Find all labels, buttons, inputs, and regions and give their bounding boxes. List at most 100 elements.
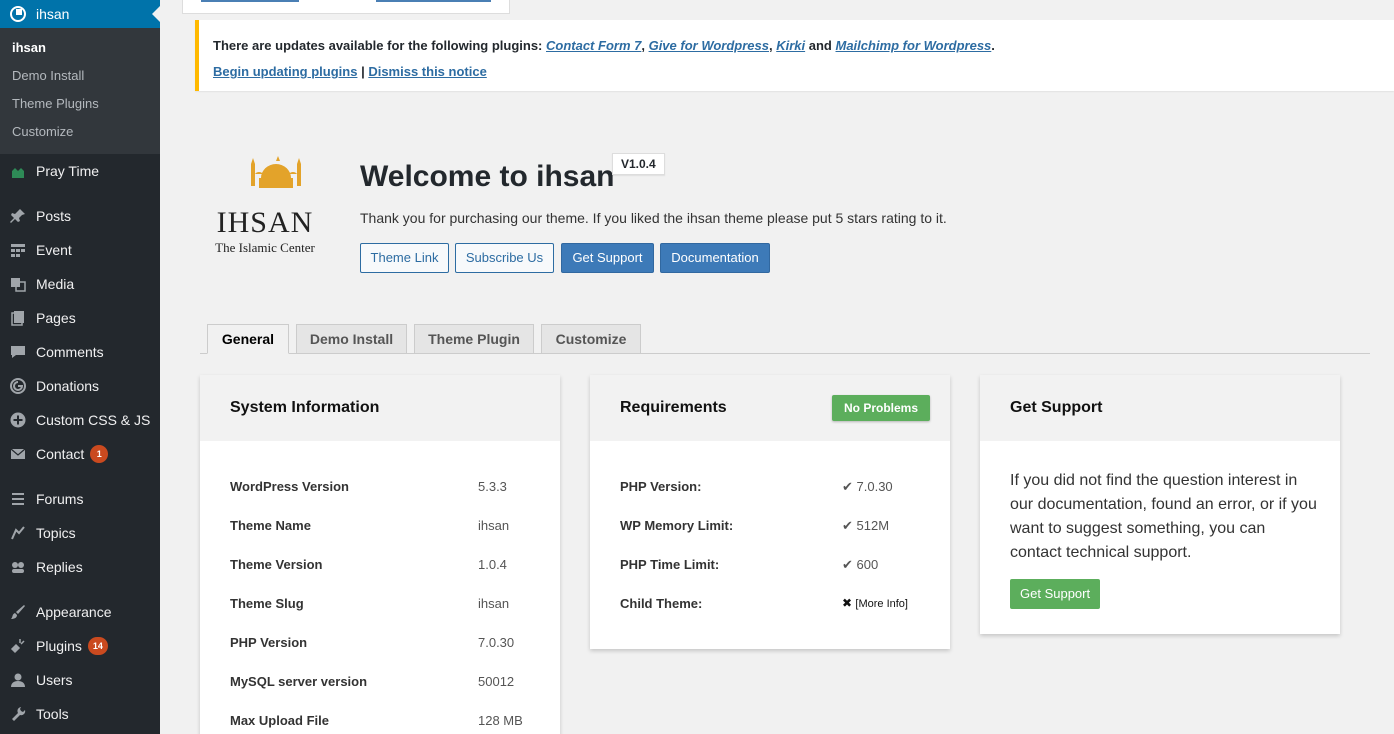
media-icon bbox=[8, 274, 28, 294]
sidebar-item-ihsan[interactable]: ihsan bbox=[0, 0, 160, 28]
info-key: MySQL server version bbox=[230, 674, 368, 689]
sidebar-item-appearance[interactable]: Appearance bbox=[0, 595, 160, 629]
info-value: 1.0.4 bbox=[478, 557, 507, 572]
support-description: If you did not find the question interes… bbox=[1010, 472, 1317, 561]
info-value: 50012 bbox=[478, 674, 515, 689]
sidebar-item-pray-time[interactable]: Pray Time bbox=[0, 154, 160, 188]
info-value: 128 MB bbox=[478, 713, 523, 728]
requirement-key: PHP Version: bbox=[620, 479, 702, 494]
sidebar-item-label: Appearance bbox=[36, 604, 112, 620]
sidebar-item-label: Forums bbox=[36, 491, 84, 507]
grid-icon bbox=[8, 240, 28, 260]
card-title: Get Support bbox=[980, 375, 1340, 441]
theme-link-button[interactable]: Theme Link bbox=[360, 243, 449, 273]
sidebar-item-donations[interactable]: Donations bbox=[0, 369, 160, 403]
topics-icon bbox=[8, 523, 28, 543]
requirement-value: 600 bbox=[856, 557, 879, 572]
plugin-link-give[interactable]: Give for Wordpress bbox=[649, 38, 769, 53]
sidebar-item-replies[interactable]: Replies bbox=[0, 550, 160, 584]
card-title: Requirements No Problems bbox=[590, 375, 950, 441]
info-key: PHP Version bbox=[230, 635, 308, 650]
requirements-card: Requirements No Problems PHP Version: ✔ 7… bbox=[590, 375, 950, 649]
plus-icon bbox=[8, 410, 28, 430]
sidebar-item-label: Pray Time bbox=[36, 163, 100, 179]
requirement-value: 512M bbox=[856, 518, 890, 533]
submenu-item-customize[interactable]: Customize bbox=[0, 118, 160, 146]
sidebar-item-label: Tools bbox=[36, 706, 69, 722]
info-key: Theme Version bbox=[230, 557, 323, 572]
sidebar-item-label: Replies bbox=[36, 559, 83, 575]
tab-theme-plugin[interactable]: Theme Plugin bbox=[414, 324, 534, 354]
version-badge: V1.0.4 bbox=[612, 153, 665, 175]
sidebar-item-pages[interactable]: Pages bbox=[0, 301, 160, 335]
sidebar-item-label: Users bbox=[36, 672, 73, 688]
submenu-item-demo-install[interactable]: Demo Install bbox=[0, 62, 160, 90]
get-support-button[interactable]: Get Support bbox=[561, 243, 654, 273]
tab-demo-install[interactable]: Demo Install bbox=[296, 324, 407, 354]
notice-separator: | bbox=[361, 64, 365, 79]
plugins-update-badge: 14 bbox=[87, 637, 108, 655]
sidebar-item-label: Contact bbox=[36, 446, 85, 462]
sidebar-item-label: Media bbox=[36, 276, 75, 292]
sidebar-item-label: Posts bbox=[36, 208, 72, 224]
give-icon bbox=[8, 376, 28, 396]
subscribe-us-button[interactable]: Subscribe Us bbox=[455, 243, 554, 273]
plug-icon bbox=[8, 636, 28, 656]
info-value: 5.3.3 bbox=[478, 479, 507, 494]
admin-sidebar: ihsan ihsan Demo Install Theme Plugins C… bbox=[0, 0, 160, 734]
sidebar-item-label: Comments bbox=[36, 344, 104, 360]
notice-message: There are updates available for the foll… bbox=[213, 38, 995, 53]
info-value: ihsan bbox=[478, 518, 510, 533]
brush-icon bbox=[8, 602, 28, 622]
mail-icon bbox=[8, 444, 28, 464]
requirement-key: PHP Time Limit: bbox=[620, 557, 720, 572]
pin-icon bbox=[8, 206, 28, 226]
plugin-link-contact-form-7[interactable]: Contact Form 7 bbox=[546, 38, 641, 53]
sidebar-item-topics[interactable]: Topics bbox=[0, 516, 160, 550]
sidebar-item-media[interactable]: Media bbox=[0, 267, 160, 301]
forums-icon bbox=[8, 489, 28, 509]
info-key: WordPress Version bbox=[230, 479, 349, 494]
dismiss-notice-link[interactable]: Dismiss this notice bbox=[368, 64, 486, 79]
plugin-link-kirki[interactable]: Kirki bbox=[776, 38, 805, 53]
begin-updating-link[interactable]: Begin updating plugins bbox=[213, 64, 357, 79]
submenu-item-theme-plugins[interactable]: Theme Plugins bbox=[0, 90, 160, 118]
sidebar-item-plugins[interactable]: Plugins 14 bbox=[0, 629, 160, 663]
comment-icon bbox=[8, 342, 28, 362]
plugin-update-notice: There are updates available for the foll… bbox=[195, 20, 1394, 91]
sidebar-item-event[interactable]: Event bbox=[0, 233, 160, 267]
status-badge: No Problems bbox=[831, 395, 930, 421]
tab-customize[interactable]: Customize bbox=[541, 324, 641, 354]
ihsan-logo: IHSAN The Islamic Center bbox=[205, 134, 325, 256]
more-info-link[interactable]: [More Info] bbox=[855, 598, 908, 610]
check-icon: ✔ bbox=[842, 479, 857, 494]
sidebar-item-custom-css-js[interactable]: Custom CSS & JS bbox=[0, 403, 160, 437]
sidebar-item-tools[interactable]: Tools bbox=[0, 697, 160, 731]
sidebar-item-users[interactable]: Users bbox=[0, 663, 160, 697]
logo-name: IHSAN bbox=[216, 206, 314, 239]
cross-icon: ✖ bbox=[842, 596, 856, 610]
sidebar-item-forums[interactable]: Forums bbox=[0, 482, 160, 516]
notice-actions: Begin updating plugins | Dismiss this no… bbox=[213, 63, 1380, 81]
sidebar-item-contact[interactable]: Contact 1 bbox=[0, 437, 160, 471]
documentation-button[interactable]: Documentation bbox=[660, 243, 770, 273]
requirement-key: Child Theme: bbox=[620, 596, 703, 611]
welcome-text: Thank you for purchasing our theme. If y… bbox=[360, 210, 947, 226]
previous-notice-remnant bbox=[182, 0, 510, 14]
get-support-card: Get Support If you did not find the ques… bbox=[980, 375, 1340, 634]
info-value: ihsan bbox=[478, 596, 510, 611]
sidebar-item-label: ihsan bbox=[36, 6, 70, 22]
get-support-card-button[interactable]: Get Support bbox=[1010, 579, 1101, 609]
info-value: 7.0.30 bbox=[478, 635, 515, 650]
sidebar-item-posts[interactable]: Posts bbox=[0, 199, 160, 233]
sidebar-item-label: Pages bbox=[36, 310, 76, 326]
pages-icon bbox=[8, 308, 28, 328]
requirement-key: WP Memory Limit: bbox=[620, 518, 734, 533]
sidebar-item-comments[interactable]: Comments bbox=[0, 335, 160, 369]
tab-general[interactable]: General bbox=[207, 324, 289, 354]
info-key: Theme Slug bbox=[230, 596, 304, 611]
mosque-icon bbox=[8, 161, 28, 181]
card-title-text: Requirements bbox=[620, 399, 727, 416]
submenu-item-ihsan[interactable]: ihsan bbox=[0, 34, 160, 62]
plugin-link-mailchimp[interactable]: Mailchimp for Wordpress bbox=[836, 38, 992, 53]
